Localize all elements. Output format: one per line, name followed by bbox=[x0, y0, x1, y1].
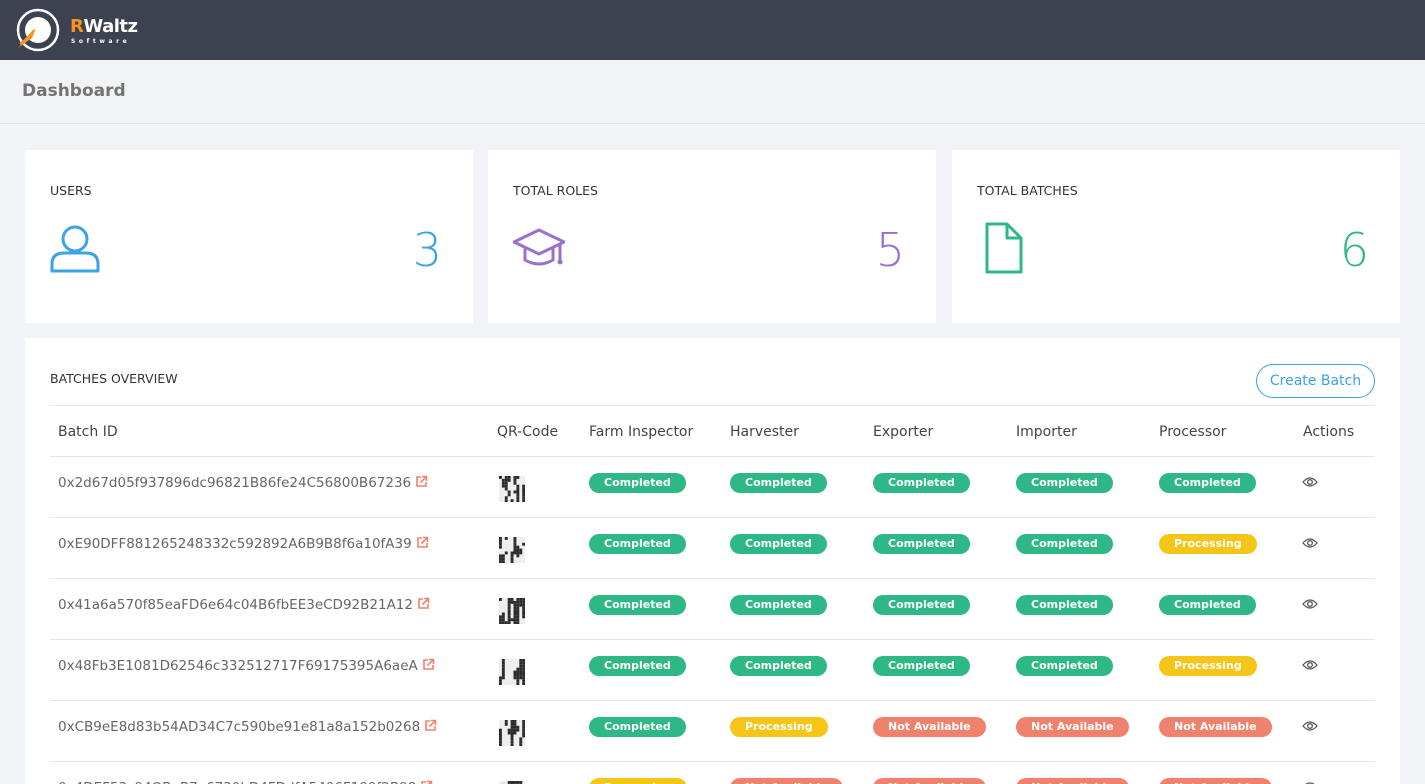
status-badge: Not Available bbox=[730, 778, 843, 784]
batches-overview-card: BATCHES OVERVIEW Create Batch Batch ID Q… bbox=[25, 338, 1400, 784]
table-row: 0x41a6a570f85eaFD6e64c04B6fbEE3eCD92B21A… bbox=[50, 579, 1375, 640]
external-link-icon[interactable] bbox=[416, 536, 429, 549]
page-header: Dashboard bbox=[0, 60, 1425, 124]
stat-label: TOTAL ROLES bbox=[513, 183, 598, 198]
column-header-batch-id: Batch ID bbox=[58, 424, 118, 440]
status-badge: Completed bbox=[589, 656, 686, 676]
logo-text: RWaltz bbox=[70, 16, 138, 37]
stat-label: USERS bbox=[50, 183, 92, 198]
status-badge: Not Available bbox=[873, 717, 986, 737]
status-badge: Completed bbox=[589, 473, 686, 493]
status-badge: Completed bbox=[589, 717, 686, 737]
qr-code-image[interactable] bbox=[499, 476, 525, 502]
users-stat-card: USERS 3 bbox=[25, 150, 473, 323]
column-header-qr-code: QR-Code bbox=[497, 424, 559, 440]
stat-label: TOTAL BATCHES bbox=[977, 183, 1078, 198]
batch-id-link[interactable]: 0x2d67d05f937896dc96821B86fe24C56800B672… bbox=[58, 475, 428, 491]
table-row: 0xCB9eE8d83b54AD34C7c590be91e81a8a152b02… bbox=[50, 701, 1375, 762]
status-badge: Completed bbox=[589, 595, 686, 615]
external-link-icon[interactable] bbox=[422, 658, 435, 671]
status-badge: Not Available bbox=[1159, 717, 1272, 737]
table-row: 0x4DEF53c94OBeB7e6730bD4FDdfA5406F199f2B… bbox=[50, 762, 1375, 784]
external-link-icon[interactable] bbox=[424, 719, 437, 732]
status-badge: Completed bbox=[589, 534, 686, 554]
graduation-cap-icon bbox=[513, 228, 565, 266]
batch-id: 0xCB9eE8d83b54AD34C7c590be91e81a8a152b02… bbox=[58, 719, 421, 735]
batch-id: 0x48Fb3E1081D62546c332512717F69175395A6a… bbox=[58, 658, 418, 674]
status-badge: Completed bbox=[1159, 595, 1256, 615]
section-title: BATCHES OVERVIEW bbox=[50, 371, 178, 386]
stat-value: 6 bbox=[1339, 223, 1369, 277]
column-header-farm-inspector: Farm Inspector bbox=[589, 424, 694, 440]
qr-code-image[interactable] bbox=[499, 720, 525, 746]
stat-value: 3 bbox=[412, 223, 442, 277]
column-header-exporter: Exporter bbox=[873, 424, 934, 440]
column-header-actions: Actions bbox=[1303, 424, 1355, 440]
page-title: Dashboard bbox=[22, 81, 126, 101]
top-navbar: RWaltz Software bbox=[0, 0, 1425, 60]
column-header-processor: Processor bbox=[1159, 424, 1227, 440]
column-header-importer: Importer bbox=[1016, 424, 1077, 440]
status-badge: Processing bbox=[1159, 534, 1257, 554]
status-badge: Completed bbox=[873, 473, 970, 493]
status-badge: Completed bbox=[873, 656, 970, 676]
table-row: 0x48Fb3E1081D62546c332512717F69175395A6a… bbox=[50, 640, 1375, 701]
status-badge: Processing bbox=[1159, 656, 1257, 676]
status-badge: Not Available bbox=[873, 778, 986, 784]
status-badge: Completed bbox=[730, 534, 827, 554]
status-badge: Not Available bbox=[1159, 778, 1272, 784]
qr-code-image[interactable] bbox=[499, 659, 525, 685]
status-badge: Completed bbox=[1016, 473, 1113, 493]
table-row: 0xE90DFF881265248332c592892A6B9B8f6a10fA… bbox=[50, 518, 1375, 579]
batch-id-link[interactable]: 0xCB9eE8d83b54AD34C7c590be91e81a8a152b02… bbox=[58, 719, 437, 735]
external-link-icon[interactable] bbox=[420, 780, 433, 784]
status-badge: Completed bbox=[1016, 534, 1113, 554]
external-link-icon[interactable] bbox=[415, 475, 428, 488]
qr-code-image[interactable] bbox=[499, 598, 525, 624]
batch-id-link[interactable]: 0x41a6a570f85eaFD6e64c04B6fbEE3eCD92B21A… bbox=[58, 597, 430, 613]
table-row: 0x2d67d05f937896dc96821B86fe24C56800B672… bbox=[50, 457, 1375, 518]
status-badge: Not Available bbox=[1016, 717, 1129, 737]
status-badge: Completed bbox=[1016, 595, 1113, 615]
status-badge: Processing bbox=[589, 778, 687, 784]
logo-subtext: Software bbox=[71, 38, 131, 45]
rwaltz-logo[interactable]: RWaltz Software bbox=[14, 8, 138, 52]
status-badge: Completed bbox=[730, 595, 827, 615]
qr-code-image[interactable] bbox=[499, 537, 525, 563]
status-badge: Completed bbox=[730, 473, 827, 493]
logo-mark-icon bbox=[16, 8, 60, 52]
external-link-icon[interactable] bbox=[417, 597, 430, 610]
batch-id: 0x4DEF53c94OBeB7e6730bD4FDdfA5406F199f2B… bbox=[58, 780, 416, 784]
status-badge: Processing bbox=[730, 717, 828, 737]
batch-id: 0xE90DFF881265248332c592892A6B9B8f6a10fA… bbox=[58, 536, 412, 552]
batch-id: 0x2d67d05f937896dc96821B86fe24C56800B672… bbox=[58, 475, 412, 491]
file-icon bbox=[985, 222, 1023, 274]
batch-id: 0x41a6a570f85eaFD6e64c04B6fbEE3eCD92B21A… bbox=[58, 597, 413, 613]
roles-stat-card: TOTAL ROLES 5 bbox=[488, 150, 936, 323]
view-eye-icon[interactable] bbox=[1302, 720, 1318, 732]
create-batch-button[interactable]: Create Batch bbox=[1256, 364, 1375, 398]
status-badge: Completed bbox=[730, 656, 827, 676]
batch-id-link[interactable]: 0x4DEF53c94OBeB7e6730bD4FDdfA5406F199f2B… bbox=[58, 780, 433, 784]
view-eye-icon[interactable] bbox=[1302, 598, 1318, 610]
status-badge: Completed bbox=[873, 595, 970, 615]
table-header: Batch ID QR-Code Farm Inspector Harveste… bbox=[50, 406, 1375, 457]
view-eye-icon[interactable] bbox=[1302, 659, 1318, 671]
status-badge: Completed bbox=[873, 534, 970, 554]
status-badge: Not Available bbox=[1016, 778, 1129, 784]
batch-id-link[interactable]: 0x48Fb3E1081D62546c332512717F69175395A6a… bbox=[58, 658, 435, 674]
view-eye-icon[interactable] bbox=[1302, 476, 1318, 488]
status-badge: Completed bbox=[1159, 473, 1256, 493]
user-icon bbox=[50, 225, 100, 273]
status-badge: Completed bbox=[1016, 656, 1113, 676]
batch-id-link[interactable]: 0xE90DFF881265248332c592892A6B9B8f6a10fA… bbox=[58, 536, 429, 552]
stat-value: 5 bbox=[875, 223, 905, 277]
column-header-harvester: Harvester bbox=[730, 424, 799, 440]
view-eye-icon[interactable] bbox=[1302, 537, 1318, 549]
batches-stat-card: TOTAL BATCHES 6 bbox=[952, 150, 1400, 323]
